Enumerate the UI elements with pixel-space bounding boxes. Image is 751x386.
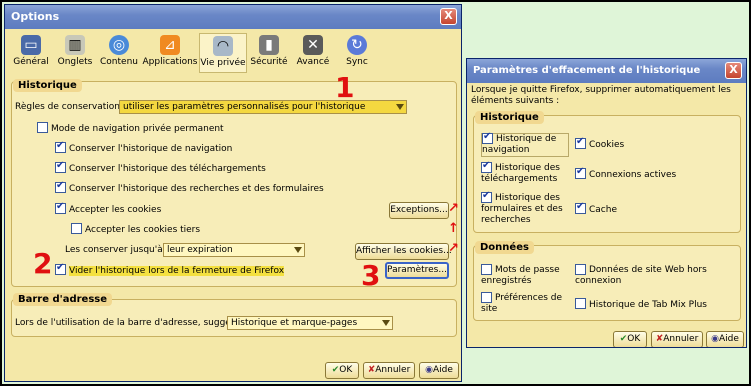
- regles-label: Règles de conservation :: [15, 102, 126, 112]
- arrow-icon-2: ↑: [448, 221, 459, 236]
- params-aide-button[interactable]: ◉Aide: [706, 331, 744, 347]
- params-donnees-title: Données: [475, 241, 534, 254]
- exceptions-button[interactable]: Exceptions...: [389, 202, 449, 219]
- aide-button[interactable]: ◉Aide: [419, 362, 459, 379]
- params-titlebar: Paramètres d'effacement de l'historique …: [467, 59, 746, 83]
- suggest-select[interactable]: Historique et marque-pages: [227, 316, 393, 330]
- hist-form-checkbox[interactable]: [481, 190, 492, 203]
- annotation-2: 2: [33, 247, 53, 280]
- arrow-icon-1: ↗: [448, 201, 459, 216]
- mdp-row[interactable]: Mots de passe enregistrés: [481, 264, 571, 287]
- close-button[interactable]: X: [440, 8, 457, 25]
- params-ok-button[interactable]: ✔OK: [613, 331, 647, 347]
- tabs-icon: ▥: [65, 35, 85, 55]
- afficher-cookies-button[interactable]: Afficher les cookies...: [355, 243, 452, 260]
- tab-securite[interactable]: ▮ Sécurité: [247, 33, 291, 73]
- cookies-checkbox[interactable]: [575, 136, 586, 149]
- jusqua-select[interactable]: leur expiration: [163, 243, 305, 257]
- conserver-dl-checkbox[interactable]: [55, 160, 66, 173]
- tab-sync[interactable]: ↻ Sync: [335, 33, 379, 73]
- hist-dl-row[interactable]: Historique des téléchargements: [481, 160, 571, 185]
- mask-icon: ◠: [213, 36, 233, 56]
- params-window: Paramètres d'effacement de l'historique …: [466, 58, 747, 348]
- tab-onglets[interactable]: ▥ Onglets: [53, 33, 97, 73]
- nav-privee-row[interactable]: Mode de navigation privée permanent: [37, 122, 224, 134]
- tab-general[interactable]: ▭ Général: [9, 33, 53, 73]
- cache-row[interactable]: Cache: [575, 201, 617, 215]
- params-title: Paramètres d'effacement de l'historique: [473, 65, 701, 76]
- chevron-down-icon: [382, 320, 390, 326]
- donnees-site-row[interactable]: Données de site Web hors connexion: [575, 264, 715, 287]
- hist-nav-row[interactable]: Historique de navigation: [481, 131, 569, 157]
- chevron-down-icon: [294, 247, 302, 253]
- parametres-button[interactable]: Paramètres...: [385, 262, 449, 279]
- tab-vie-privee[interactable]: ◠ Vie privée: [199, 33, 247, 73]
- help-icon: ◉: [425, 365, 433, 375]
- prefs-site-row[interactable]: Préférences de site: [481, 292, 571, 315]
- mdp-checkbox[interactable]: [481, 264, 492, 275]
- hist-form-row[interactable]: Historique des formulaires et des recher…: [481, 190, 571, 226]
- hist-nav-checkbox[interactable]: [482, 131, 493, 144]
- cookies-tiers-checkbox[interactable]: [71, 223, 82, 234]
- arrow-icon-3: ↗: [448, 241, 459, 256]
- params-historique-title: Historique: [475, 111, 544, 124]
- chevron-down-icon: [396, 104, 404, 110]
- tabmix-checkbox[interactable]: [575, 298, 586, 309]
- options-window: Options X ▭ Général ▥ Onglets ◎ Contenu ⊿ Ap…: [4, 4, 462, 382]
- suggest-label: Lors de l'utilisation de la barre d'adre…: [15, 318, 250, 328]
- historique-title: Historique: [13, 79, 82, 92]
- tab-contenu[interactable]: ◎ Contenu: [97, 33, 141, 73]
- vider-row[interactable]: Vider l'historique lors de la fermeture …: [55, 262, 285, 276]
- computer-icon: ▭: [21, 35, 41, 55]
- connexions-row[interactable]: Connexions actives: [575, 166, 676, 180]
- prefs-site-checkbox[interactable]: [481, 292, 492, 303]
- conserver-rech-checkbox[interactable]: [55, 180, 66, 193]
- options-titlebar: Options X: [5, 5, 461, 29]
- nav-privee-checkbox[interactable]: [37, 122, 48, 133]
- params-close-button[interactable]: X: [725, 62, 742, 79]
- donnees-site-checkbox[interactable]: [575, 264, 586, 275]
- options-title: Options: [11, 10, 60, 23]
- accepter-cookies-checkbox[interactable]: [55, 201, 66, 214]
- ok-button[interactable]: ✔OK: [325, 362, 359, 379]
- options-toolbar: ▭ Général ▥ Onglets ◎ Contenu ⊿ Applications…: [9, 33, 379, 75]
- rss-icon: ⊿: [160, 35, 180, 55]
- regles-select[interactable]: utiliser les paramètres personnalisés po…: [119, 100, 407, 114]
- conserver-nav-checkbox[interactable]: [55, 140, 66, 153]
- annotation-3: 3: [361, 259, 381, 292]
- conserver-jusqua-label: Les conserver jusqu'à :: [65, 245, 169, 255]
- cookies-row[interactable]: Cookies: [575, 136, 624, 150]
- lock-icon: ▮: [259, 35, 279, 55]
- annotation-1: 1: [335, 71, 355, 104]
- barre-title: Barre d'adresse: [13, 293, 113, 306]
- globe-icon: ◎: [109, 35, 129, 55]
- tab-applications[interactable]: ⊿ Applications: [141, 33, 199, 73]
- cache-checkbox[interactable]: [575, 201, 586, 214]
- conserver-nav-row[interactable]: Conserver l'historique de navigation: [55, 140, 232, 154]
- params-intro: Lorsque je quitte Firefox, supprimer aut…: [471, 85, 731, 106]
- gear-icon: ✕: [303, 35, 323, 55]
- help-icon: ◉: [711, 334, 719, 344]
- sync-icon: ↻: [347, 35, 367, 55]
- accepter-cookies-row[interactable]: Accepter les cookies: [55, 201, 161, 215]
- vider-checkbox[interactable]: [55, 262, 66, 275]
- tabmix-row[interactable]: Historique de Tab Mix Plus: [575, 298, 707, 310]
- cookies-tiers-row[interactable]: Accepter les cookies tiers: [71, 223, 200, 235]
- params-annuler-button[interactable]: ✘Annuler: [651, 331, 703, 347]
- connexions-checkbox[interactable]: [575, 166, 586, 179]
- hist-dl-checkbox[interactable]: [481, 160, 492, 173]
- tab-avance[interactable]: ✕ Avancé: [291, 33, 335, 73]
- conserver-rech-row[interactable]: Conserver l'historique des recherches et…: [55, 180, 324, 194]
- annuler-button[interactable]: ✘Annuler: [363, 362, 415, 379]
- conserver-dl-row[interactable]: Conserver l'historique des téléchargemen…: [55, 160, 266, 174]
